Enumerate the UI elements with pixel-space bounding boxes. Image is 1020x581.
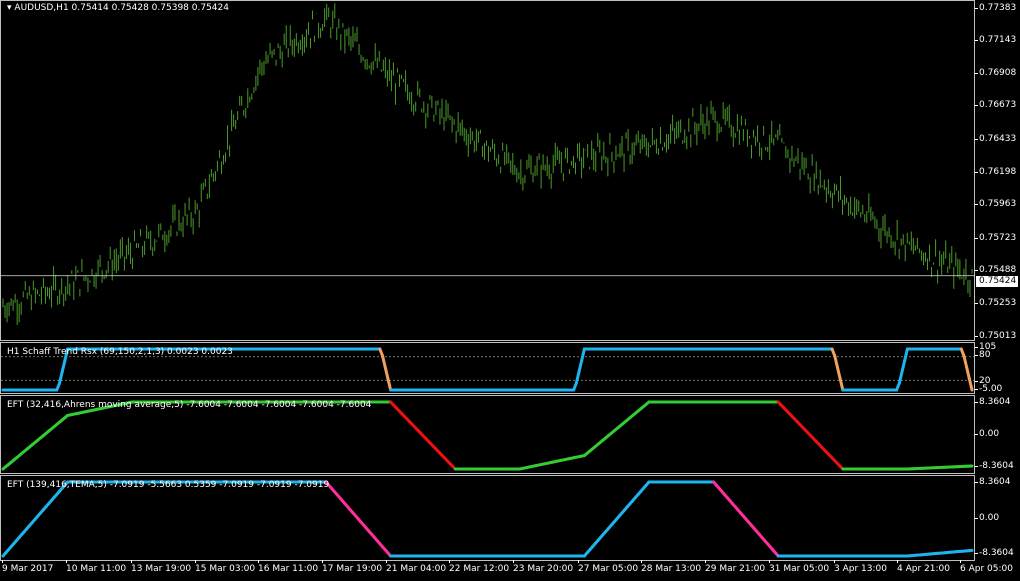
eft-ahrens-panel[interactable]: EFT (32,416,Ahrens moving average,5) -7.… <box>0 395 975 474</box>
indicator-segment <box>383 365 390 381</box>
time-tick: 16 Mar 11:00 <box>258 560 319 574</box>
indicator-segment <box>903 347 909 362</box>
indicator-segment <box>967 377 974 392</box>
time-tick: 22 Mar 12:00 <box>449 560 510 574</box>
indicator-segment <box>58 370 64 385</box>
eft2-tick: -8.3604 <box>975 548 1014 558</box>
eft2-tick: 0.00 <box>974 513 1000 523</box>
price-tick: 0.77143 <box>974 35 1017 45</box>
schaff-tick: 80 <box>974 350 991 360</box>
eft-ahrens-axis: 8.3604 0.00 -8.3604 <box>974 395 1020 474</box>
price-tick: 0.76433 <box>974 134 1017 144</box>
price-tick: 0.76908 <box>974 68 1017 78</box>
price-tick: 0.77383 <box>974 3 1017 13</box>
eft2-tick: 8.3604 <box>975 477 1011 487</box>
time-tick: 6 Apr 05:00 <box>960 560 1013 574</box>
eft-tema-panel[interactable]: EFT (139,416,TEMA,5) -7.0919 -5.5663 0.5… <box>0 475 975 561</box>
indicator-segment <box>965 365 971 381</box>
price-tick: 0.75723 <box>974 233 1017 243</box>
price-tick: 0.75013 <box>974 331 1017 341</box>
time-tick: 15 Mar 03:00 <box>195 560 256 574</box>
time-tick: 17 Mar 19:00 <box>322 560 383 574</box>
time-tick: 28 Mar 13:00 <box>641 560 702 574</box>
eft-ahrens-label: EFT (32,416,Ahrens moving average,5) -7.… <box>7 400 372 410</box>
time-tick: 29 Mar 21:00 <box>705 560 766 574</box>
indicator-segment <box>60 358 67 374</box>
time-tick: 3 Apr 13:00 <box>834 560 887 574</box>
price-tick: 0.75253 <box>974 298 1017 308</box>
symbol-label: ▾ AUDUSD,H1 0.75414 0.75428 0.75398 0.75… <box>7 3 229 13</box>
symbol-ohlc-text: AUDUSD,H1 0.75414 0.75428 0.75398 0.7542… <box>14 3 229 13</box>
indicator-segment <box>381 354 387 369</box>
time-tick: 27 Mar 05:00 <box>578 560 639 574</box>
indicator-segment <box>833 354 839 369</box>
eft-tick: 8.3604 <box>975 397 1011 407</box>
price-tick: 0.75963 <box>974 199 1017 209</box>
indicator-segment <box>835 365 842 381</box>
indicator-segment <box>962 354 969 369</box>
dropdown-arrow-icon[interactable]: ▾ <box>7 3 12 13</box>
eft-tick: -8.3604 <box>975 461 1014 471</box>
time-tick: 4 Apr 21:00 <box>897 560 950 574</box>
price-tick: 0.76673 <box>974 100 1017 110</box>
indicator-segment <box>580 347 586 362</box>
schaff-indicator-panel[interactable]: H1 Schaff Trend Rsx (69,150,2,1,3) 0.002… <box>0 342 975 394</box>
indicator-segment <box>574 370 581 385</box>
schaff-axis: 105 80 20 -5.00 <box>974 342 1020 394</box>
indicator-segment <box>577 358 584 374</box>
time-tick: 23 Mar 20:00 <box>513 560 574 574</box>
price-tick: 0.76198 <box>974 167 1017 177</box>
price-chart-svg <box>1 3 974 325</box>
eft-tick: 0.00 <box>974 429 1000 439</box>
schaff-label: H1 Schaff Trend Rsx (69,150,2,1,3) 0.002… <box>7 347 233 357</box>
price-chart-panel[interactable]: ▾ AUDUSD,H1 0.75414 0.75428 0.75398 0.75… <box>0 0 975 341</box>
indicator-segment <box>897 370 904 385</box>
time-axis: 9 Mar 2017 10 Mar 11:00 13 Mar 19:00 15 … <box>0 560 1013 581</box>
current-price-box: 0.75424 <box>976 276 1018 287</box>
time-tick: 10 Mar 11:00 <box>66 560 127 574</box>
eft-tema-label: EFT (139,416,TEMA,5) -7.0919 -5.5663 0.5… <box>7 480 330 490</box>
schaff-tick: -5.00 <box>974 384 1003 394</box>
price-axis: 0.77383 0.77143 0.76908 0.76673 0.76433 … <box>974 0 1020 341</box>
eft-tema-axis: 8.3604 0.00 -8.3604 <box>974 475 1020 561</box>
time-tick: 21 Mar 04:00 <box>386 560 447 574</box>
indicator-segment <box>900 358 907 374</box>
price-tick: 0.75488 <box>974 265 1017 275</box>
time-tick: 13 Mar 19:00 <box>131 560 192 574</box>
time-tick: 9 Mar 2017 <box>2 560 54 574</box>
time-tick: 31 Mar 05:00 <box>769 560 830 574</box>
